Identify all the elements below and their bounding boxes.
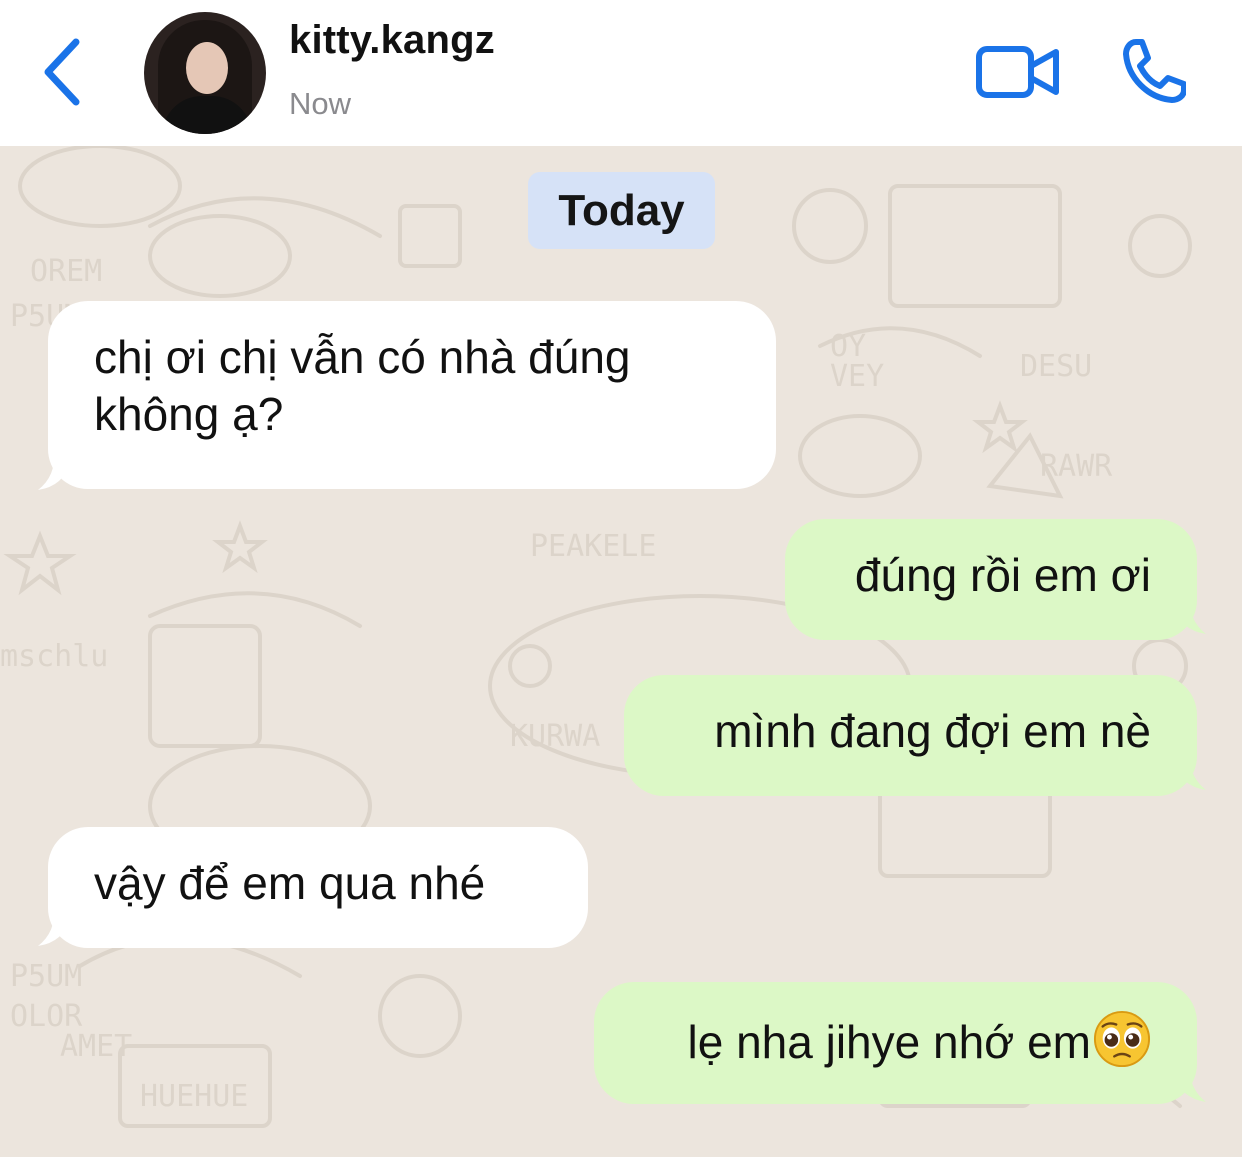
svg-text:RAWR: RAWR xyxy=(1040,449,1113,484)
message-bubble-incoming[interactable]: vậy để em qua nhé xyxy=(48,827,588,948)
svg-text:AMET: AMET xyxy=(60,1029,132,1064)
message-text: vậy để em qua nhé xyxy=(94,857,486,909)
svg-text:DESU: DESU xyxy=(1020,349,1092,384)
video-camera-icon[interactable] xyxy=(976,44,1060,100)
svg-text:PEAKELE: PEAKELE xyxy=(530,529,656,564)
date-separator: Today xyxy=(528,172,715,249)
message-bubble-outgoing[interactable]: đúng rồi em ơi xyxy=(785,519,1197,640)
phone-icon[interactable] xyxy=(1122,38,1186,104)
message-text: không ạ? xyxy=(94,388,284,440)
message-list[interactable]: OREM P5UM PEAKELE RAWR mschlu KURWA P5UM… xyxy=(0,146,1242,1157)
message-text: mình đang đợi em nè xyxy=(714,705,1151,757)
svg-text:OREM: OREM xyxy=(30,254,102,289)
contact-avatar[interactable] xyxy=(144,12,266,134)
svg-text:KURWA: KURWA xyxy=(510,719,600,754)
svg-text:HUEHUE: HUEHUE xyxy=(140,1079,248,1114)
message-text: đúng rồi em ơi xyxy=(854,549,1151,601)
pleading-face-emoji-icon xyxy=(1093,1010,1151,1068)
svg-text:mschlu: mschlu xyxy=(0,639,108,674)
chat-header: kitty.kangz Now xyxy=(0,0,1242,146)
message-text: chị ơi chị vẫn có nhà đúng xyxy=(94,331,631,383)
message-text: lẹ nha jihye nhớ em xyxy=(640,1010,1151,1071)
message-bubble-outgoing[interactable]: mình đang đợi em nè xyxy=(624,675,1197,796)
back-chevron-icon[interactable] xyxy=(38,36,88,108)
message-text: lẹ nha jihye nhớ em xyxy=(687,1016,1091,1068)
message-bubble-incoming[interactable]: chị ơi chị vẫn có nhà đúng không ạ? xyxy=(48,301,776,489)
message-bubble-outgoing[interactable]: lẹ nha jihye nhớ em xyxy=(594,982,1197,1104)
contact-status: Now xyxy=(289,86,352,121)
svg-text:VEY: VEY xyxy=(830,359,884,394)
contact-name[interactable]: kitty.kangz xyxy=(289,18,495,63)
svg-text:P5UM: P5UM xyxy=(10,959,82,994)
